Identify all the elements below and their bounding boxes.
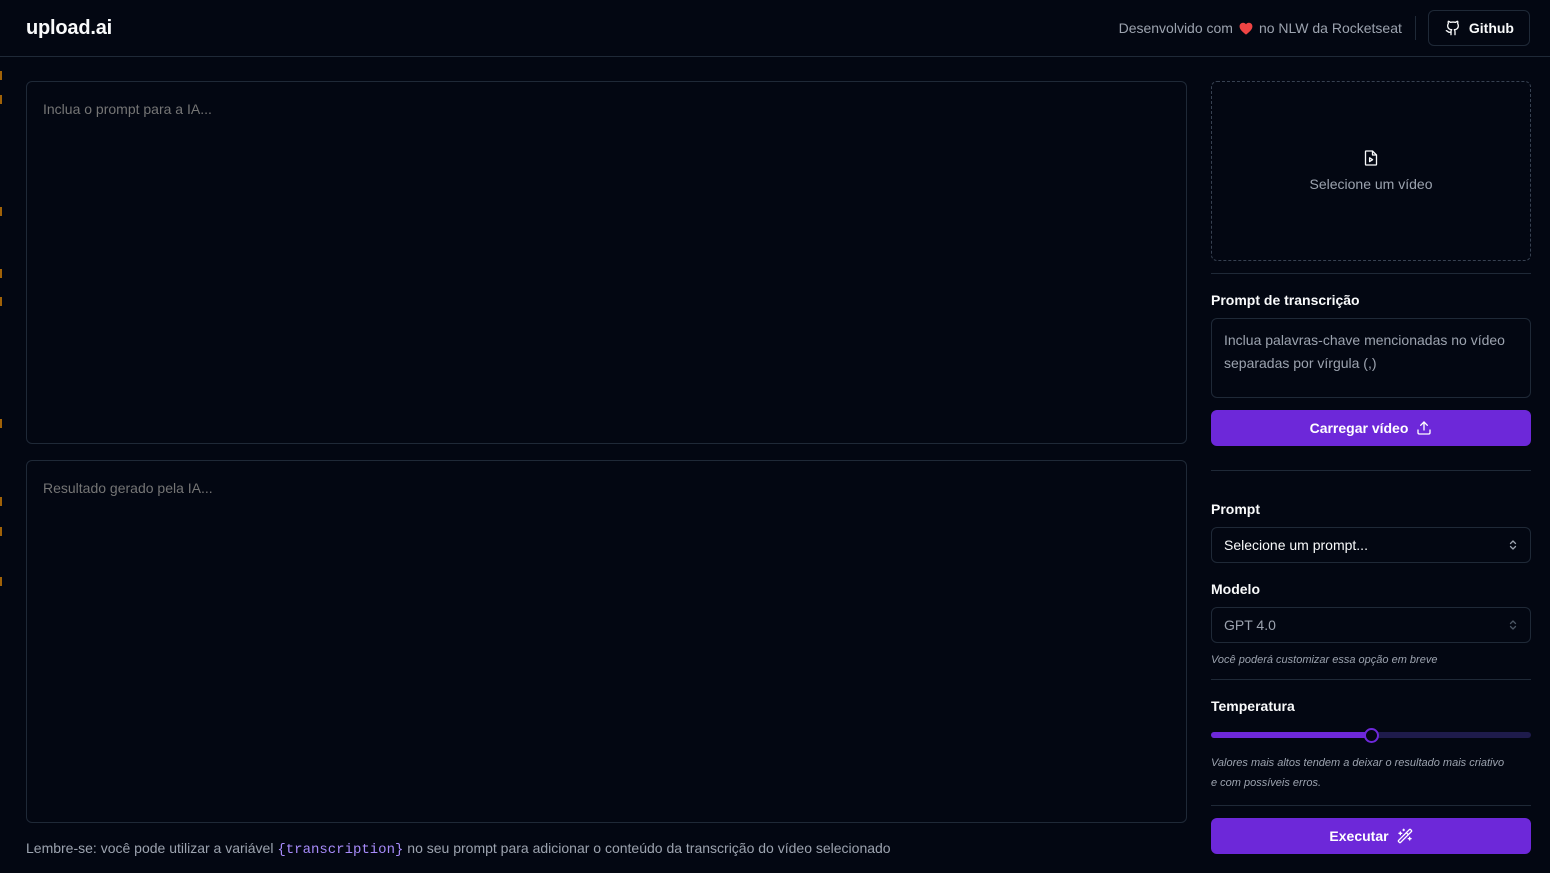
- wand-icon: [1397, 828, 1413, 844]
- tip-before: Lembre-se: você pode utilizar a variável: [26, 840, 274, 856]
- upload-video-button[interactable]: Carregar vídeo: [1211, 410, 1531, 446]
- temperature-hint-line1: Valores mais altos tendem a deixar o res…: [1211, 757, 1505, 769]
- temperature-slider[interactable]: [1211, 728, 1531, 743]
- separator: [1211, 470, 1531, 471]
- temperature-label: Temperatura: [1211, 698, 1295, 714]
- video-dropzone[interactable]: Selecione um vídeo: [1211, 81, 1531, 261]
- top-header: upload.ai Desenvolvido com no NLW da Roc…: [0, 0, 1550, 57]
- credit-after: no NLW da Rocketseat: [1258, 20, 1402, 36]
- transcription-label: Prompt de transcrição: [1211, 292, 1360, 308]
- separator: [1211, 273, 1531, 274]
- slider-range: [1211, 732, 1371, 738]
- separator: [1211, 679, 1531, 680]
- file-video-icon: [1364, 150, 1378, 166]
- upload-button-label: Carregar vídeo: [1309, 420, 1409, 436]
- prompt-select[interactable]: Selecione um prompt...: [1211, 527, 1531, 563]
- prompt-label: Prompt: [1211, 501, 1260, 517]
- execute-button[interactable]: Executar: [1211, 818, 1531, 854]
- header-right: Desenvolvido com no NLW da Rocketseat Gi…: [1119, 10, 1530, 46]
- prompt-textarea[interactable]: [26, 81, 1187, 444]
- app-root: upload.ai Desenvolvido com no NLW da Roc…: [0, 0, 1550, 873]
- model-select[interactable]: GPT 4.0: [1211, 607, 1531, 643]
- github-label: Github: [1468, 20, 1514, 36]
- execute-button-label: Executar: [1329, 828, 1389, 844]
- credit-before: Desenvolvido com: [1118, 20, 1233, 36]
- chevron-up-down-icon: [1508, 539, 1518, 551]
- github-button[interactable]: Github: [1427, 10, 1530, 46]
- left-edge-markers: [0, 57, 3, 873]
- upload-icon: [1416, 420, 1432, 436]
- chevron-up-down-icon: [1508, 619, 1518, 631]
- github-icon: [1445, 20, 1461, 36]
- credit-text: Desenvolvido com no NLW da Rocketseat: [1119, 20, 1402, 36]
- tip-variable: {transcription}: [277, 842, 404, 858]
- header-divider: [1414, 16, 1416, 40]
- transcription-tip: Lembre-se: você pode utilizar a variável…: [26, 840, 891, 858]
- transcription-prompt-input[interactable]: Inclua palavras-chave mencionadas no víd…: [1211, 318, 1531, 398]
- model-label: Modelo: [1211, 581, 1260, 597]
- temperature-hint-line2: e com possíveis erros.: [1211, 777, 1322, 789]
- result-textarea[interactable]: [26, 460, 1187, 823]
- app-logo: upload.ai: [26, 16, 112, 39]
- video-select-label: Selecione um vídeo: [1309, 176, 1433, 192]
- model-select-value: GPT 4.0: [1224, 617, 1276, 633]
- prompt-select-value: Selecione um prompt...: [1224, 537, 1368, 553]
- separator: [1211, 805, 1531, 806]
- heart-icon: [1239, 22, 1253, 35]
- slider-thumb[interactable]: [1364, 728, 1379, 743]
- tip-after: no seu prompt para adicionar o conteúdo …: [407, 840, 891, 856]
- model-hint: Você poderá customizar essa opção em bre…: [1211, 654, 1438, 666]
